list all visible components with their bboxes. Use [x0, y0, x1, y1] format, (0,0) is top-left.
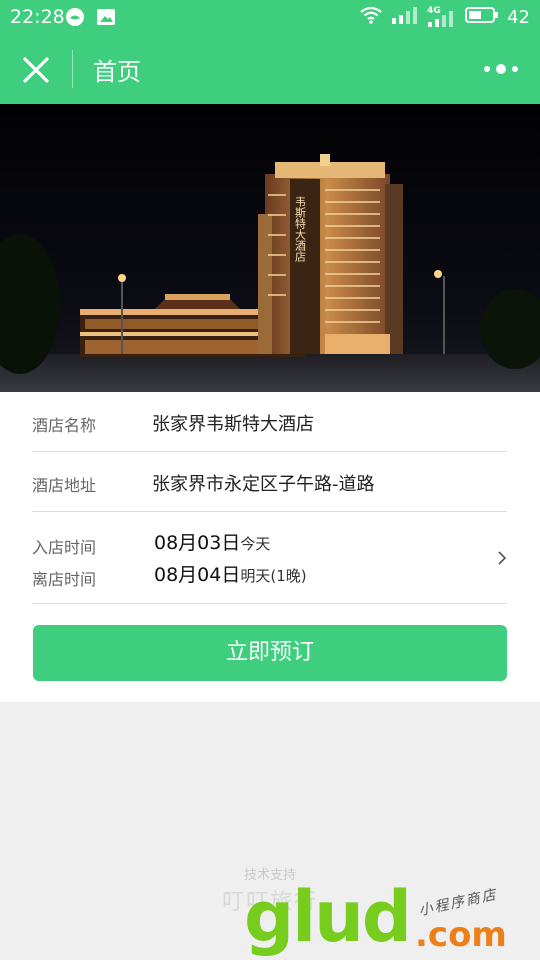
hotel-name-label: 酒店名称: [32, 416, 97, 435]
checkout-date-note: 明天(1晚): [240, 567, 307, 585]
hotel-sign-text: 韦斯特大酒店: [294, 196, 307, 262]
navigation-bar: 首页: [0, 34, 540, 104]
status-time: 22:28: [10, 6, 65, 28]
nav-divider: [72, 50, 73, 88]
checkin-date: 08月03日今天: [154, 528, 270, 555]
battery-icon: [465, 6, 499, 29]
more-options-icon[interactable]: [484, 64, 518, 74]
checkin-date-note: 今天: [240, 535, 271, 553]
hotel-name-value: 张家界韦斯特大酒店: [152, 414, 314, 435]
book-now-button[interactable]: 立即预订: [33, 625, 507, 681]
app-notification-icon: [65, 7, 85, 31]
wifi-icon: [359, 5, 383, 30]
stay-dates-row[interactable]: 入店时间 离店时间 08月03日今天 08月04日明天(1晚): [32, 512, 507, 604]
hotel-image: 韦斯特大酒店: [0, 104, 540, 392]
watermark-logo-text: glud: [244, 876, 412, 958]
chevron-right-icon[interactable]: [497, 550, 507, 570]
battery-level: 42: [507, 7, 530, 28]
checkin-date-value: 08月03日: [154, 532, 241, 554]
close-icon[interactable]: [20, 54, 52, 86]
hotel-address-value: 张家界市永定区子午路-道路: [152, 474, 375, 495]
status-bar: 22:28 4G 42: [0, 0, 540, 34]
hotel-address-label: 酒店地址: [32, 476, 97, 495]
checkout-label: 离店时间: [32, 570, 97, 589]
image-notification-icon: [96, 7, 116, 31]
checkout-date: 08月04日明天(1晚): [154, 560, 307, 587]
signal-4g-icon: 4G: [427, 6, 457, 28]
page-title: 首页: [93, 58, 141, 86]
hotel-name-row: 酒店名称 张家界韦斯特大酒店: [32, 392, 507, 452]
checkout-date-value: 08月04日: [154, 564, 241, 586]
signal-icon: [391, 6, 419, 29]
hotel-address-row: 酒店地址 张家界市永定区子午路-道路: [32, 452, 507, 512]
checkin-label: 入店时间: [32, 538, 97, 557]
watermark-domain-suffix: .com: [415, 915, 507, 955]
